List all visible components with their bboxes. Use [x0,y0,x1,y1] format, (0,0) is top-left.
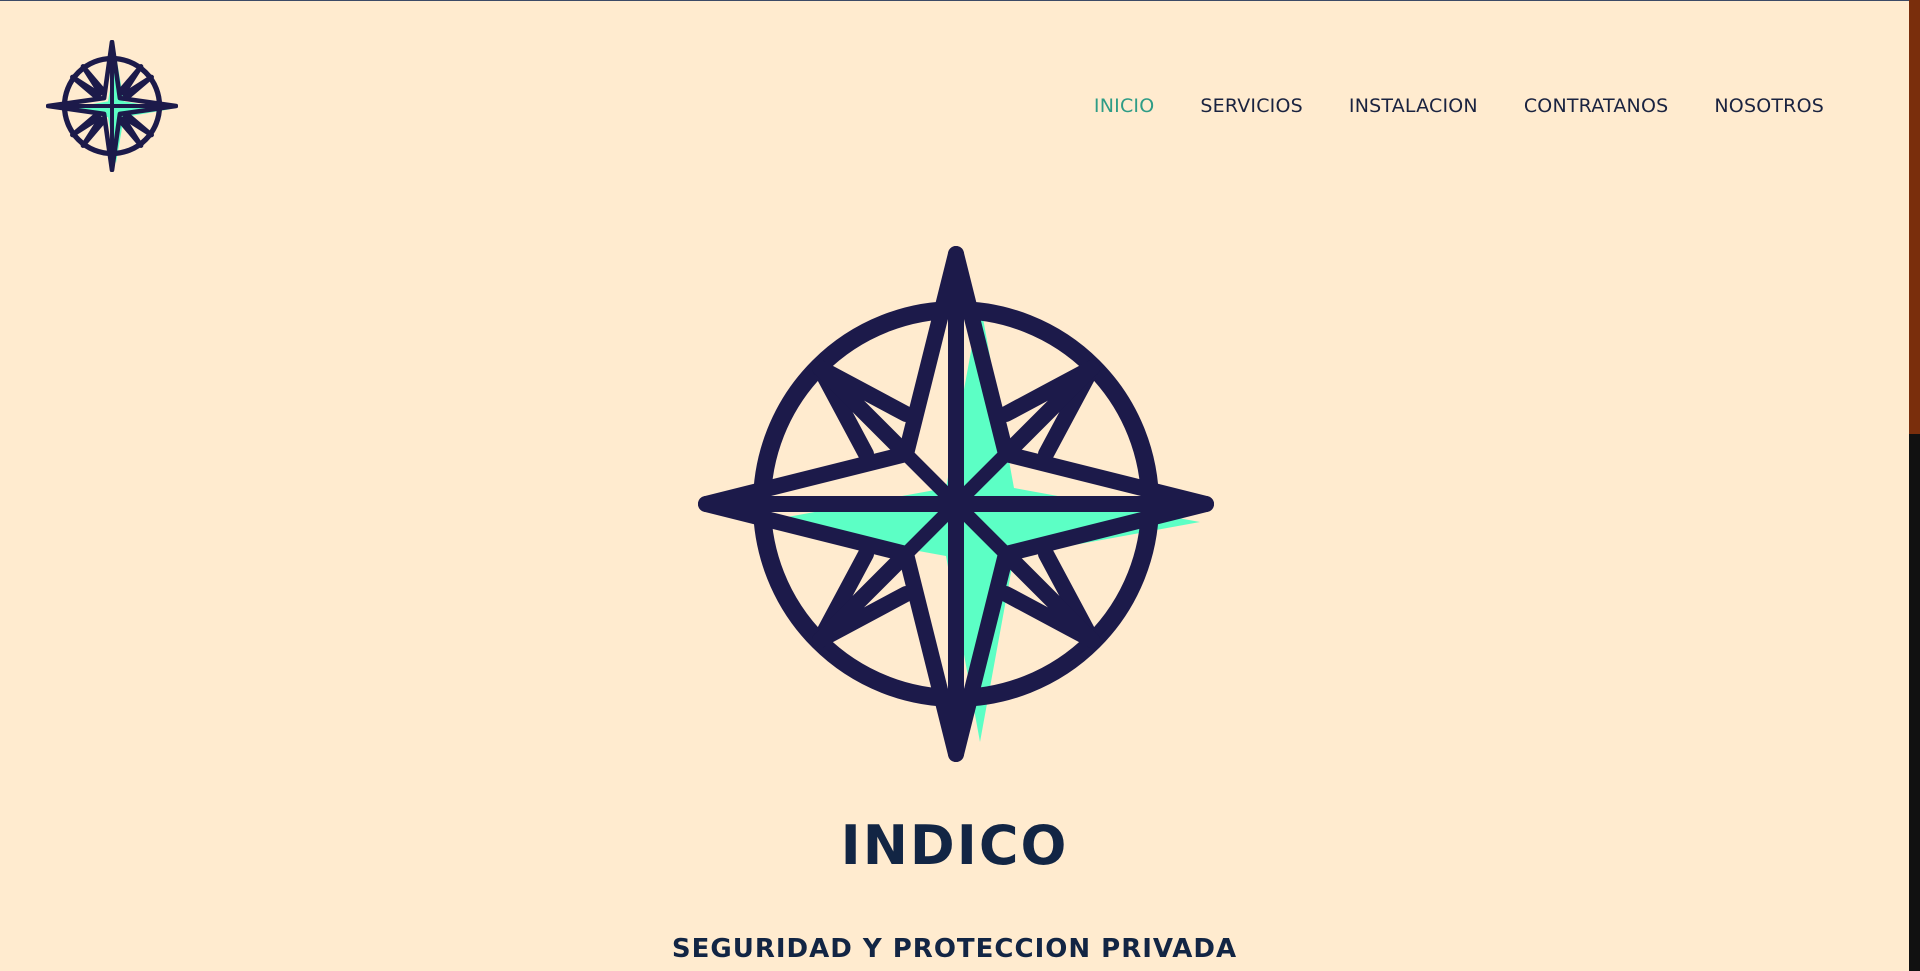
scrollbar-thumb[interactable] [1909,0,1920,434]
nav-item-instalacion[interactable]: INSTALACION [1349,92,1478,120]
site-logo[interactable] [45,39,179,173]
hero-subtitle: SEGURIDAD Y PROTECCION PRIVADA [671,934,1238,964]
compass-rose-icon [45,39,179,173]
hero-compass [696,244,1216,764]
nav-item-nosotros[interactable]: NOSOTROS [1714,92,1824,120]
nav-item-servicios[interactable]: SERVICIOS [1200,92,1303,120]
page-scrollbar[interactable] [1909,0,1920,971]
nav-item-inicio[interactable]: INICIO [1094,92,1154,120]
compass-rose-icon [698,246,1214,762]
nav-item-contratanos[interactable]: CONTRATANOS [1524,92,1669,120]
top-border [0,0,1909,1]
hero-title: INDICO [840,814,1069,877]
main-nav: INICIO SERVICIOS INSTALACION CONTRATANOS… [1048,92,1824,120]
page: INICIO SERVICIOS INSTALACION CONTRATANOS… [0,0,1909,971]
